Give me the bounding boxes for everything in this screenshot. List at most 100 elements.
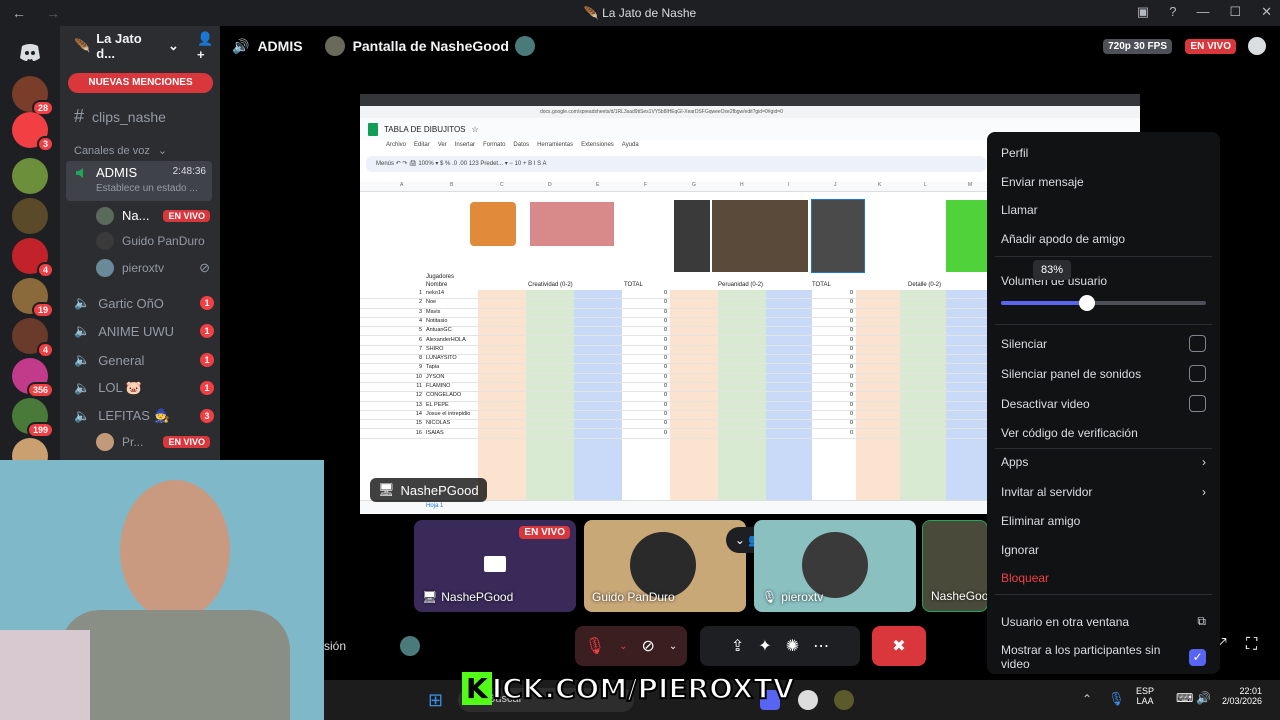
table-row[interactable]: 2 Noe 0 0 — [360, 299, 990, 309]
mic-muted-icon[interactable]: 🎙 — [585, 636, 605, 656]
menu-show-nonvideo[interactable]: Mostrar a los participantes sin video ✓ — [1001, 643, 1206, 671]
guild-header[interactable]: 🪶 La Jato d... ⌄ 👤+ — [60, 26, 220, 66]
app-taskbar-icon[interactable] — [798, 690, 818, 710]
minimize-icon[interactable]: — — [1196, 4, 1209, 20]
menu-mute[interactable]: Silenciar — [1001, 335, 1206, 352]
mute-checkbox[interactable] — [1189, 335, 1206, 352]
table-row[interactable]: 15 NICOLAS 0 0 — [360, 420, 990, 430]
menu-mute-sounds[interactable]: Silenciar panel de sonidos — [1001, 365, 1206, 382]
participant-tile[interactable]: EN VIVO 🖥 NashePGood — [414, 520, 576, 612]
voice-channel[interactable]: 🔈 LOL 🐷 1 — [74, 380, 214, 396]
mic-tray-icon[interactable]: 🎙 — [1108, 691, 1125, 707]
disconnect-button[interactable]: ✖ — [872, 626, 926, 666]
voice-channel[interactable]: 🔈 LEFITAS 🧙 3 — [74, 408, 214, 424]
menu-add-nickname[interactable]: Añadir apodo de amigo — [1001, 232, 1206, 246]
close-icon[interactable]: ✕ — [1261, 4, 1272, 20]
voice-channel[interactable]: 🔈 Gartic OñO 1 — [74, 295, 214, 311]
menu-verify-code[interactable]: Ver código de verificación — [1001, 426, 1206, 440]
chevron-down-icon[interactable]: ⌄ — [619, 641, 627, 652]
menu-invite[interactable]: Invitar al servidor › — [1001, 485, 1206, 499]
table-row[interactable]: 10 JYSON 0 0 — [360, 374, 990, 383]
tray-arrow-icon[interactable]: ⌃ — [1082, 692, 1092, 706]
server-icon[interactable]: 199 — [12, 398, 54, 438]
volume-tray-icon[interactable]: 🔊 — [1196, 691, 1211, 705]
voice-channel[interactable]: 🔈 General 1 — [74, 352, 214, 368]
menu-profile[interactable]: Perfil — [1001, 146, 1206, 160]
avatar[interactable] — [400, 636, 420, 656]
voice-member[interactable]: Guido PanDuro — [96, 232, 216, 250]
total-cell: 0 — [664, 373, 668, 380]
screen-share-icon[interactable]: ⇪ — [731, 636, 744, 656]
voice-member[interactable]: Na... EN VIVO — [96, 206, 216, 225]
inbox-icon[interactable]: ▣ — [1137, 4, 1149, 20]
fullscreen-icon[interactable]: ⛶ — [1246, 636, 1257, 654]
add-friend-icon[interactable]: 👤+ — [197, 31, 220, 62]
clock[interactable]: 22:01 2/03/2026 — [1216, 686, 1262, 706]
menu-popout-user[interactable]: Usuario en otra ventana ⧉ — [1001, 614, 1206, 629]
table-row[interactable]: 14 Josue el intrepidio 0 0 — [360, 411, 990, 421]
player-name: JYSON — [426, 373, 445, 380]
disable-video-checkbox[interactable] — [1189, 395, 1206, 412]
server-icon[interactable]: 356 — [12, 358, 54, 398]
menu-remove-friend[interactable]: Eliminar amigo — [1001, 514, 1206, 528]
player-name: AntuanGC — [426, 327, 452, 334]
chat-bubble-icon[interactable] — [1248, 37, 1266, 55]
active-voice-channel[interactable]: ADMIS 2:48:36 Establece un estado ... — [66, 161, 212, 201]
soundboard-icon[interactable]: ✺ — [786, 636, 799, 656]
participant-tile[interactable]: Guido PanDuro — [584, 520, 746, 612]
menu-ignore[interactable]: Ignorar — [1001, 543, 1206, 557]
language-indicator[interactable]: ESP LAA — [1136, 686, 1154, 706]
help-icon[interactable]: ? — [1169, 4, 1176, 20]
windows-start-icon[interactable]: ⊞ — [428, 690, 443, 711]
volume-slider[interactable] — [1001, 295, 1206, 311]
menu-apps[interactable]: Apps › — [1001, 455, 1206, 469]
discord-home-icon[interactable] — [12, 34, 48, 70]
server-icon[interactable] — [12, 198, 48, 234]
server-icon[interactable]: 4 — [12, 318, 54, 358]
table-row[interactable]: 6 AlexanderHOLA 0 0 — [360, 337, 990, 346]
server-icon[interactable]: 19 — [12, 278, 54, 318]
maximize-icon[interactable]: ☐ — [1229, 4, 1241, 20]
webcam-overlay — [0, 460, 324, 720]
menu-send-message[interactable]: Enviar mensaje — [1001, 175, 1206, 189]
table-row[interactable]: 3 Mavis 0 0 — [360, 309, 990, 318]
menu-block[interactable]: Bloquear — [1001, 571, 1206, 585]
table-row[interactable]: 5 AntuanGC 0 0 — [360, 327, 990, 337]
chevron-down-icon[interactable]: ⌄ — [669, 641, 677, 652]
menu-call[interactable]: Llamar — [1001, 203, 1206, 217]
table-row[interactable]: 8 LUNAYSITO 0 0 — [360, 355, 990, 365]
chevron-right-icon: › — [1202, 455, 1206, 469]
table-row[interactable]: 9 Tapia 0 0 — [360, 364, 990, 374]
voice-category[interactable]: Canales de voz ⌄ — [74, 144, 214, 158]
server-icon[interactable]: 28 — [12, 76, 54, 116]
participant-tile[interactable]: 🎙 pieroxtv — [754, 520, 916, 612]
table-row[interactable]: 7 SHIRO 0 0 — [360, 346, 990, 356]
network-icon[interactable]: ⌨ — [1176, 691, 1193, 705]
mute-sounds-checkbox[interactable] — [1189, 365, 1206, 382]
menu-disable-video[interactable]: Desactivar video — [1001, 395, 1206, 412]
table-row[interactable]: 13 EL PEPE 0 0 — [360, 402, 990, 411]
app-taskbar-icon[interactable] — [834, 690, 854, 710]
table-row[interactable]: 4 Notitasio 0 0 — [360, 318, 990, 328]
menu-divider — [995, 256, 1212, 257]
table-row[interactable]: 16 ISAIAS 0 0 — [360, 430, 990, 439]
player-number: 9 — [418, 364, 422, 371]
voice-channel[interactable]: 🔈 ANIME UWU 1 — [74, 323, 214, 339]
server-icon[interactable] — [12, 158, 48, 194]
text-channel[interactable]: # clips_nashe — [74, 106, 214, 127]
server-icon[interactable]: 4 — [12, 238, 54, 278]
volume-knob[interactable] — [1079, 295, 1096, 311]
more-icon[interactable]: ⋯ — [813, 636, 829, 656]
new-mentions-button[interactable]: NUEVAS MENCIONES — [68, 73, 213, 93]
show-nonvideo-checkbox[interactable]: ✓ — [1189, 648, 1206, 666]
participant-tile[interactable]: NasheGoo... — [922, 520, 988, 612]
total-cell: 0 — [664, 299, 668, 306]
voice-member[interactable]: Pr... EN VIVO — [96, 433, 216, 451]
table-row[interactable]: 11 FLAMINO 0 0 — [360, 383, 990, 393]
voice-member[interactable]: pieroxtv ⊘ — [96, 259, 216, 277]
table-row[interactable]: 12 CONGELADO 0 0 — [360, 392, 990, 402]
activities-icon[interactable]: ✦ — [758, 636, 771, 656]
camera-off-icon[interactable]: ⊘ — [641, 636, 654, 656]
table-row[interactable]: 1 neko14 0 0 — [360, 290, 990, 300]
server-icon[interactable]: 3 — [12, 112, 54, 152]
